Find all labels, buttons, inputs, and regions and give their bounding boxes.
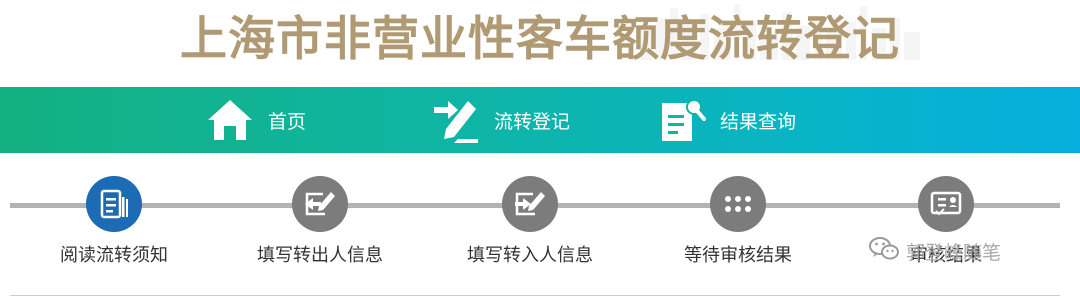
page-header: 上海市非营业性客车额度流转登记 — [0, 0, 1080, 87]
step-fill-transferee[interactable]: 填写转入人信息 — [440, 176, 620, 267]
dots-waiting-icon — [710, 176, 766, 232]
watermark-text: 郭登峰随笔 — [906, 242, 1002, 264]
progress-steps: 阅读流转须知 填写转出人信息 填写转入人信息 等待审核结果 审核结果 — [0, 153, 1080, 297]
step-read-notice-label: 阅读流转须知 — [60, 245, 168, 266]
notice-document-icon — [86, 176, 142, 232]
step-fill-transferor-label: 填写转出人信息 — [257, 245, 383, 266]
transfer-in-icon — [502, 176, 558, 232]
step-read-notice[interactable]: 阅读流转须知 — [24, 176, 204, 267]
document-search-icon — [658, 97, 706, 143]
watermark: 郭登峰随笔 — [868, 236, 1001, 267]
transfer-out-icon — [292, 176, 348, 232]
nav-item-result-query[interactable]: 结果查询 — [658, 87, 796, 153]
home-icon — [206, 98, 254, 142]
main-nav-bar: 首页 流转登记 结果查询 — [0, 87, 1080, 153]
nav-item-transfer-registration[interactable]: 流转登记 — [432, 87, 570, 153]
id-card-icon — [918, 176, 974, 232]
edit-transfer-icon — [432, 97, 480, 143]
step-fill-transferee-label: 填写转入人信息 — [467, 245, 593, 266]
nav-item-transfer-registration-label: 流转登记 — [494, 110, 571, 133]
page-title: 上海市非营业性客车额度流转登记 — [180, 12, 900, 67]
nav-item-home-label: 首页 — [268, 110, 307, 133]
nav-item-home[interactable]: 首页 — [206, 87, 306, 153]
step-await-review-label: 等待审核结果 — [684, 245, 792, 266]
wechat-icon — [868, 236, 900, 267]
bottom-divider — [10, 295, 1060, 296]
step-await-review[interactable]: 等待审核结果 — [648, 176, 828, 267]
step-fill-transferor[interactable]: 填写转出人信息 — [230, 176, 410, 267]
nav-item-result-query-label: 结果查询 — [720, 110, 797, 133]
